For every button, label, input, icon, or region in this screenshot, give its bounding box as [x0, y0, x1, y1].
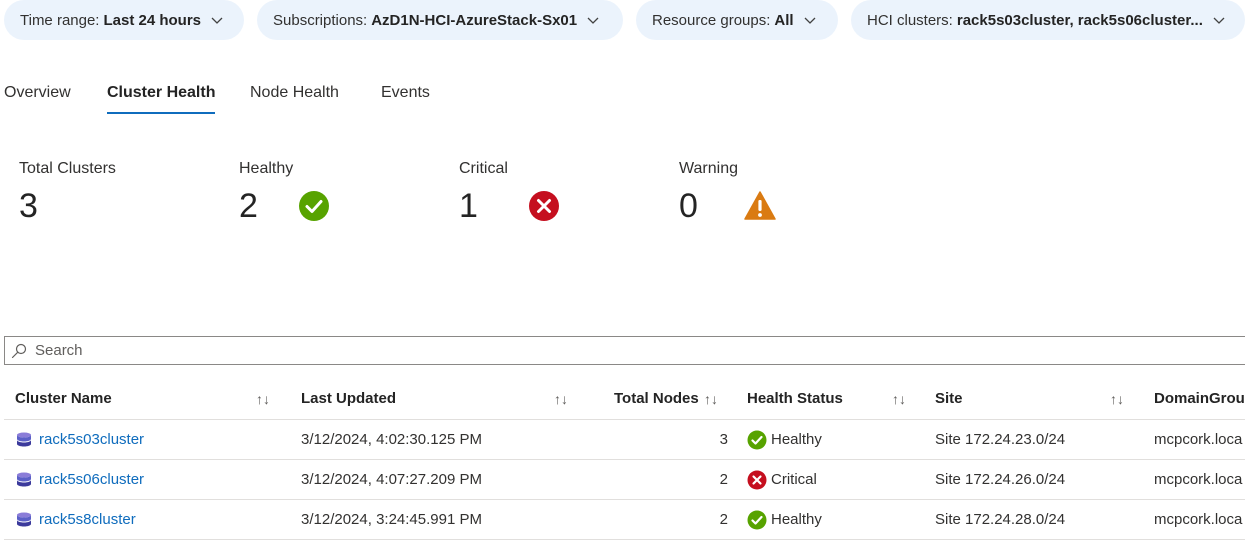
resource-groups-value: All: [774, 11, 794, 29]
cluster-icon: [17, 432, 31, 447]
tab-overview[interactable]: Overview: [4, 82, 71, 114]
critical-tile[interactable]: Critical 1: [459, 160, 560, 226]
column-last-updated[interactable]: Last Updated: [301, 380, 396, 420]
time-range-label: Time range:: [20, 11, 100, 29]
hci-clusters-label: HCI clusters:: [867, 11, 953, 29]
last-updated: 3/12/2024, 3:24:45.991 PM: [301, 511, 482, 528]
domain-group: mcpcork.loca: [1154, 431, 1243, 448]
domain-group: mcpcork.loca: [1154, 511, 1243, 528]
tab-node-health[interactable]: Node Health: [250, 82, 339, 114]
cluster-icon: [17, 512, 31, 527]
warning-label: Warning: [679, 160, 738, 177]
site: Site 172.24.28.0/24: [935, 511, 1066, 528]
health-status-text: Healthy: [771, 511, 822, 528]
error-circle-icon: [528, 191, 559, 221]
search-input[interactable]: [35, 342, 635, 359]
subscriptions-value: AzD1N-HCI-AzureStack-Sx01: [371, 11, 578, 29]
tab-events[interactable]: Events: [381, 82, 430, 114]
hci-clusters-value: rack5s03cluster, rack5s06cluster...: [956, 11, 1203, 29]
sort-icon[interactable]: ↑↓: [554, 380, 568, 420]
time-range-filter[interactable]: Time range: Last 24 hours: [4, 0, 244, 40]
total-nodes: 3: [719, 431, 728, 448]
critical-label: Critical: [459, 160, 508, 177]
resource-groups-filter[interactable]: Resource groups: All: [636, 0, 838, 40]
cluster-name: rack5s8cluster: [39, 511, 136, 528]
column-health-status[interactable]: Health Status: [747, 380, 843, 420]
column-total-nodes[interactable]: Total Nodes: [614, 380, 699, 420]
health-status: Healthy: [747, 500, 822, 540]
site: Site 172.24.23.0/24: [935, 431, 1066, 448]
cluster-health-table: Cluster Name ↑↓ Last Updated ↑↓ Total No…: [4, 380, 1245, 540]
search-box: [4, 336, 1245, 365]
table-row: rack5s8cluster 3/12/2024, 3:24:45.991 PM…: [4, 500, 1245, 540]
cluster-link[interactable]: rack5s8cluster: [15, 500, 136, 540]
total-clusters-label: Total Clusters: [19, 160, 116, 177]
sort-icon[interactable]: ↑↓: [256, 380, 270, 420]
hci-clusters-filter[interactable]: HCI clusters: rack5s03cluster, rack5s06c…: [851, 0, 1245, 40]
column-cluster-name[interactable]: Cluster Name: [15, 380, 112, 420]
warning-triangle-icon: [744, 191, 776, 220]
warning-tile[interactable]: Warning 0: [679, 160, 776, 226]
health-status-text: Healthy: [771, 431, 822, 448]
health-status-text: Critical: [771, 471, 817, 488]
subscriptions-filter[interactable]: Subscriptions: AzD1N-HCI-AzureStack-Sx01: [257, 0, 623, 40]
health-status: Critical: [747, 460, 817, 500]
domain-group: mcpcork.loca: [1154, 471, 1243, 488]
tab-cluster-health[interactable]: Cluster Health: [107, 82, 216, 114]
healthy-tile[interactable]: Healthy 2: [239, 160, 330, 226]
time-range-value: Last 24 hours: [103, 11, 202, 29]
total-clusters-value: 3: [19, 187, 38, 225]
check-circle-icon: [747, 430, 767, 450]
cluster-name: rack5s06cluster: [39, 471, 145, 488]
total-nodes: 2: [719, 511, 728, 528]
cluster-name: rack5s03cluster: [39, 431, 145, 448]
error-circle-icon: [747, 470, 767, 490]
last-updated: 3/12/2024, 4:07:27.209 PM: [301, 471, 482, 488]
chevron-down-icon: [211, 17, 223, 24]
healthy-value: 2: [239, 187, 258, 225]
chevron-down-icon: [804, 17, 816, 24]
sort-icon[interactable]: ↑↓: [892, 380, 906, 420]
subscriptions-label: Subscriptions:: [273, 11, 368, 29]
chevron-down-icon: [1213, 17, 1225, 24]
cluster-icon: [17, 472, 31, 487]
site: Site 172.24.26.0/24: [935, 471, 1066, 488]
health-status: Healthy: [747, 420, 822, 460]
total-clusters-tile: Total Clusters 3: [19, 160, 116, 226]
table-row: rack5s06cluster 3/12/2024, 4:07:27.209 P…: [4, 460, 1245, 500]
table-header: Cluster Name ↑↓ Last Updated ↑↓ Total No…: [4, 380, 1245, 420]
last-updated: 3/12/2024, 4:02:30.125 PM: [301, 431, 482, 448]
column-site[interactable]: Site: [935, 380, 963, 420]
critical-value: 1: [459, 187, 478, 225]
check-circle-icon: [747, 510, 767, 530]
search-icon: [11, 343, 27, 358]
table-row: rack5s03cluster 3/12/2024, 4:02:30.125 P…: [4, 420, 1245, 460]
cluster-link[interactable]: rack5s03cluster: [15, 420, 144, 460]
column-domain-group[interactable]: DomainGrou: [1154, 380, 1245, 420]
cluster-link[interactable]: rack5s06cluster: [15, 460, 144, 500]
sort-icon[interactable]: ↑↓: [704, 380, 718, 420]
chevron-down-icon: [587, 17, 599, 24]
check-circle-icon: [298, 191, 329, 221]
sort-icon[interactable]: ↑↓: [1110, 380, 1124, 420]
total-nodes: 2: [719, 471, 728, 488]
resource-groups-label: Resource groups:: [652, 11, 771, 29]
warning-value: 0: [679, 187, 698, 225]
healthy-label: Healthy: [239, 160, 294, 177]
filter-bar: Time range: Last 24 hours Subscriptions:…: [0, 0, 1245, 40]
